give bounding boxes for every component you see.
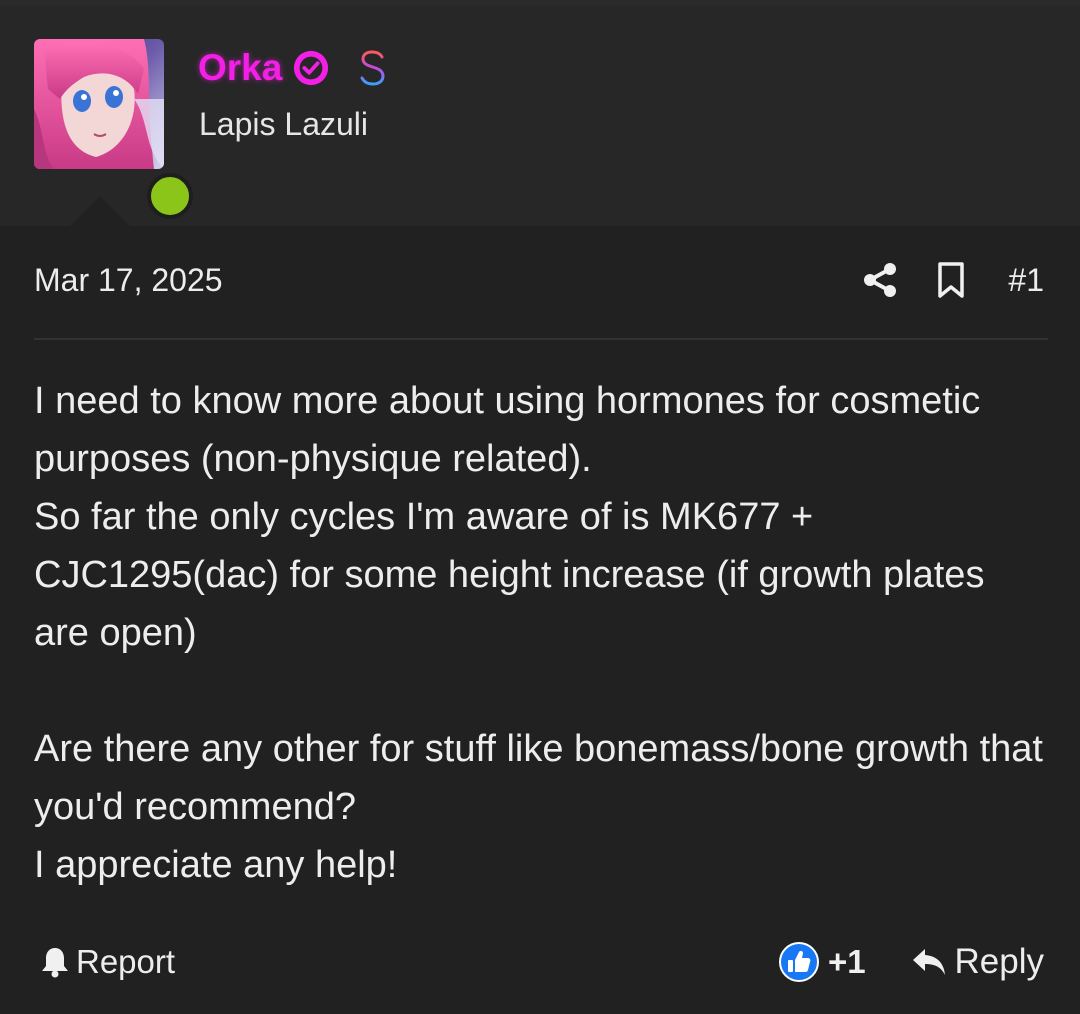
share-icon[interactable] [862, 262, 898, 298]
reply-button[interactable]: Reply [911, 936, 1044, 988]
reply-label: Reply [954, 942, 1044, 981]
report-button[interactable]: Report [40, 936, 175, 988]
message-paragraph: I appreciate any help! [34, 844, 398, 886]
verified-badge-icon [294, 50, 329, 86]
message-paragraph: Are there any other for stuff like bonem… [34, 728, 1043, 828]
post-number-link[interactable]: #1 [1008, 262, 1044, 299]
author-name-row: Orka [198, 40, 392, 96]
author-user-title: Lapis Lazuli [199, 106, 368, 142]
author-avatar-container[interactable] [34, 39, 193, 219]
report-label: Report [76, 943, 176, 980]
message-paragraph: So far the only cycles I'm aware of is M… [34, 496, 985, 654]
author-name[interactable]: Orka [198, 47, 282, 89]
reply-arrow-icon [912, 949, 945, 975]
post-date[interactable]: Mar 17, 2025 [34, 262, 223, 299]
thumbs-up-icon [779, 942, 819, 982]
post-actions-top: #1 [862, 258, 1044, 302]
bell-icon [42, 948, 68, 978]
reaction-summary[interactable]: +1 [778, 936, 866, 988]
post-footer: Report +1 Reply [0, 936, 1080, 988]
reaction-count: +1 [828, 943, 866, 980]
post-message: I need to know more about using hormones… [34, 372, 1044, 894]
header-pointer [70, 196, 130, 226]
header-divider [34, 338, 1048, 340]
message-paragraph: I need to know more about using hormones… [34, 380, 981, 480]
online-status-icon [147, 173, 193, 219]
bookmark-icon[interactable] [936, 261, 966, 299]
avatar[interactable] [34, 39, 164, 169]
dollar-sign-icon [360, 45, 385, 91]
